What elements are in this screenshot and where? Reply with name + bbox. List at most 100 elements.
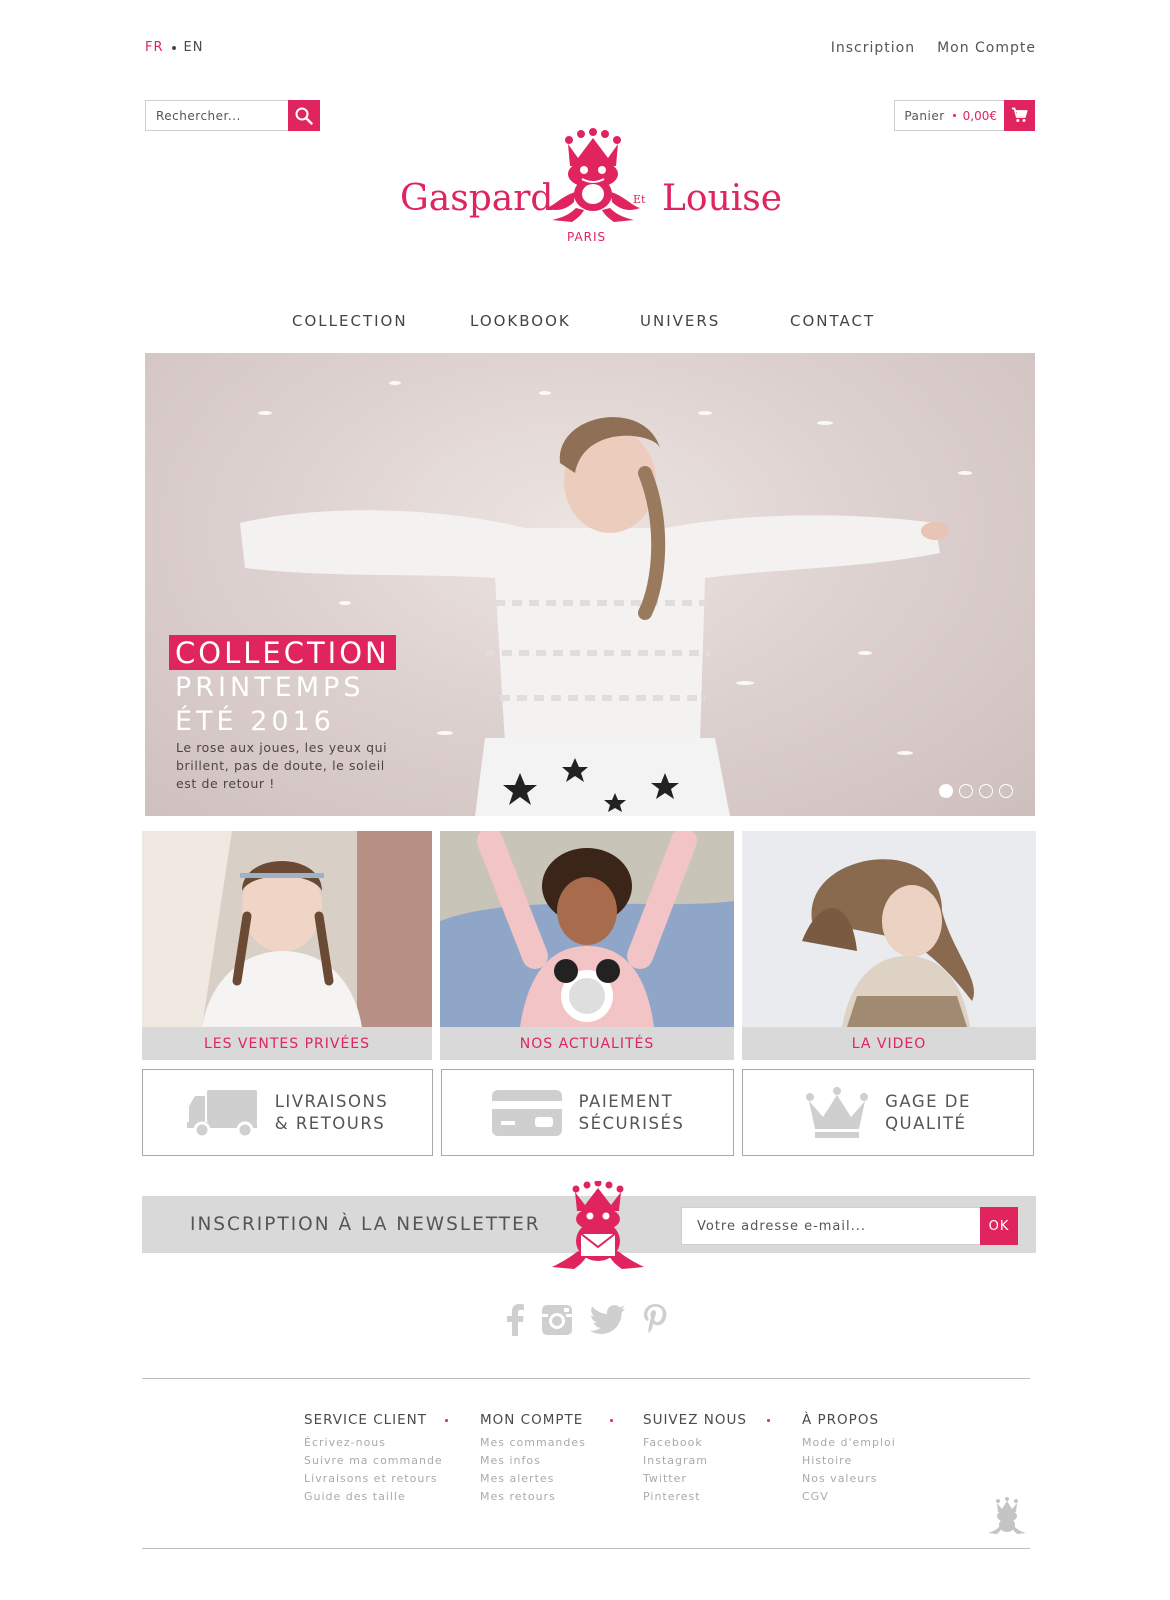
footer-separator-dot [610,1419,613,1422]
footer-col-mon-compte: MON COMPTE Mes commandes Mes infos Mes a… [480,1412,586,1506]
feature-line: PAIEMENT [578,1091,674,1111]
brand-name-right: Louise [662,178,783,219]
tile-photo [142,831,432,1027]
footer-link[interactable]: Guide des taille [304,1488,443,1506]
crown-icon [806,1086,869,1138]
search-input[interactable] [146,101,288,130]
hero-badge: COLLECTION [169,635,396,670]
brand-name-et: Et [633,193,646,206]
footer-col-a-propos: À PROPOS Mode d'emploi Histoire Nos vale… [802,1412,896,1506]
feature-line: GAGE DE [885,1091,971,1111]
main-nav: COLLECTION LOOKBOOK UNIVERS CONTACT [292,312,875,330]
search-icon [295,107,313,125]
footer-col-title: MON COMPTE [480,1412,584,1428]
footer-link[interactable]: Twitter [643,1470,747,1488]
frog-mail-icon [552,1181,644,1269]
newsletter-field [681,1207,981,1245]
footer-col-title: SUIVEZ NOUS [643,1412,747,1428]
slider-dot[interactable] [959,784,973,798]
brand-name-left: Gaspard [400,178,554,219]
footer-link[interactable]: Pinterest [643,1488,747,1506]
search-button[interactable] [288,100,320,131]
tile-photo [742,831,1036,1027]
feature-line: & RETOURS [274,1113,386,1133]
nav-lookbook[interactable]: LOOKBOOK [470,312,640,330]
footer-divider-top [142,1378,1030,1379]
tile-caption: LES VENTES PRIVÉES [142,1027,432,1060]
footer-separator-dot [767,1419,770,1422]
cart-button[interactable] [1004,99,1035,131]
newsletter-title: INSCRIPTION À LA NEWSLETTER [190,1214,541,1235]
cart-icon [1012,107,1028,122]
feature-text: PAIEMENT SÉCURISÉS [579,1091,685,1135]
tile-caption: LA VIDEO [742,1027,1036,1060]
feature-qualite[interactable]: GAGE DE QUALITÉ [742,1069,1034,1156]
tile-nos-actualites[interactable]: NOS ACTUALITÉS [440,831,734,1060]
cart-label: Panier [904,108,945,123]
feature-line: LIVRAISONS [274,1091,389,1111]
footer-link[interactable]: Instagram [643,1452,747,1470]
slider-dot[interactable] [979,784,993,798]
nav-univers[interactable]: UNIVERS [640,312,790,330]
footer-link[interactable]: Mes retours [480,1488,586,1506]
newsletter-bar: INSCRIPTION À LA NEWSLETTER OK [142,1181,1036,1269]
search-box [145,100,320,131]
mon-compte-link[interactable]: Mon Compte [937,40,1036,56]
footer-link[interactable]: Écrivez-nous [304,1434,443,1452]
pinterest-icon[interactable] [643,1304,667,1340]
footer-link[interactable]: Histoire [802,1452,896,1470]
nav-collection[interactable]: COLLECTION [292,312,470,330]
footer-frog-logo-icon [988,1497,1026,1534]
feature-text: GAGE DE QUALITÉ [885,1091,971,1135]
tile-la-video[interactable]: LA VIDEO [742,831,1036,1060]
hero-title-line2: ÉTÉ 2016 [175,706,335,737]
footer-separator-dot [445,1419,448,1422]
footer-divider-bottom [142,1548,1030,1549]
facebook-icon[interactable] [506,1304,524,1340]
lang-fr-link[interactable]: FR [145,40,164,55]
footer-link[interactable]: Nos valeurs [802,1470,896,1488]
footer-link[interactable]: Mes commandes [480,1434,586,1452]
truck-icon [186,1089,257,1138]
credit-card-icon [491,1089,562,1136]
footer-link[interactable]: Mes infos [480,1452,586,1470]
footer-col-title: SERVICE CLIENT [304,1412,428,1428]
lang-en-link[interactable]: EN [184,40,204,55]
footer-col-service-client: SERVICE CLIENT Écrivez-nous Suivre ma co… [304,1412,443,1506]
footer-link[interactable]: Mode d'emploi [802,1434,896,1452]
hero-title: PRINTEMPS ÉTÉ 2016 [175,671,364,739]
feature-text: LIVRAISONS & RETOURS [275,1091,389,1135]
feature-line: SÉCURISÉS [578,1113,685,1133]
hero-slider[interactable]: COLLECTION PRINTEMPS ÉTÉ 2016 Le rose au… [145,353,1035,816]
nav-contact[interactable]: CONTACT [790,312,875,330]
footer-link[interactable]: Suivre ma commande [304,1452,443,1470]
brand-logo[interactable]: Gaspard Et Louise PARIS [395,128,782,248]
tile-ventes-privees[interactable]: LES VENTES PRIVÉES [142,831,432,1060]
footer-link[interactable]: Mes alertes [480,1470,586,1488]
newsletter-submit-button[interactable]: OK [980,1207,1018,1245]
slider-dot[interactable] [999,784,1013,798]
instagram-icon[interactable] [541,1304,573,1340]
footer-col-suivez-nous: SUIVEZ NOUS Facebook Instagram Twitter P… [643,1412,747,1506]
inscription-link[interactable]: Inscription [831,40,915,56]
feature-line: QUALITÉ [885,1113,967,1133]
twitter-icon[interactable] [589,1305,626,1339]
social-links [506,1304,667,1340]
hero-description: Le rose aux joues, les yeux qui brillent… [176,740,388,791]
footer-link[interactable]: Livraisons et retours [304,1470,443,1488]
hero-title-line1: PRINTEMPS [175,672,365,703]
brand-city: PARIS [567,230,607,244]
cart-widget[interactable]: Panier 0,00€ [894,99,1035,131]
footer-link[interactable]: CGV [802,1488,896,1506]
feature-livraisons[interactable]: LIVRAISONS & RETOURS [142,1069,433,1156]
newsletter-email-input[interactable] [682,1208,980,1244]
cart-amount: 0,00€ [962,108,997,123]
frog-crown-logo-icon [546,128,640,222]
footer-link[interactable]: Facebook [643,1434,747,1452]
language-switcher: FR EN [145,40,203,55]
tile-caption: NOS ACTUALITÉS [440,1027,734,1060]
slider-dot[interactable] [939,784,953,798]
feature-paiement[interactable]: PAIEMENT SÉCURISÉS [441,1069,734,1156]
lang-separator [171,45,176,50]
account-links: Inscription Mon Compte [831,40,1036,56]
